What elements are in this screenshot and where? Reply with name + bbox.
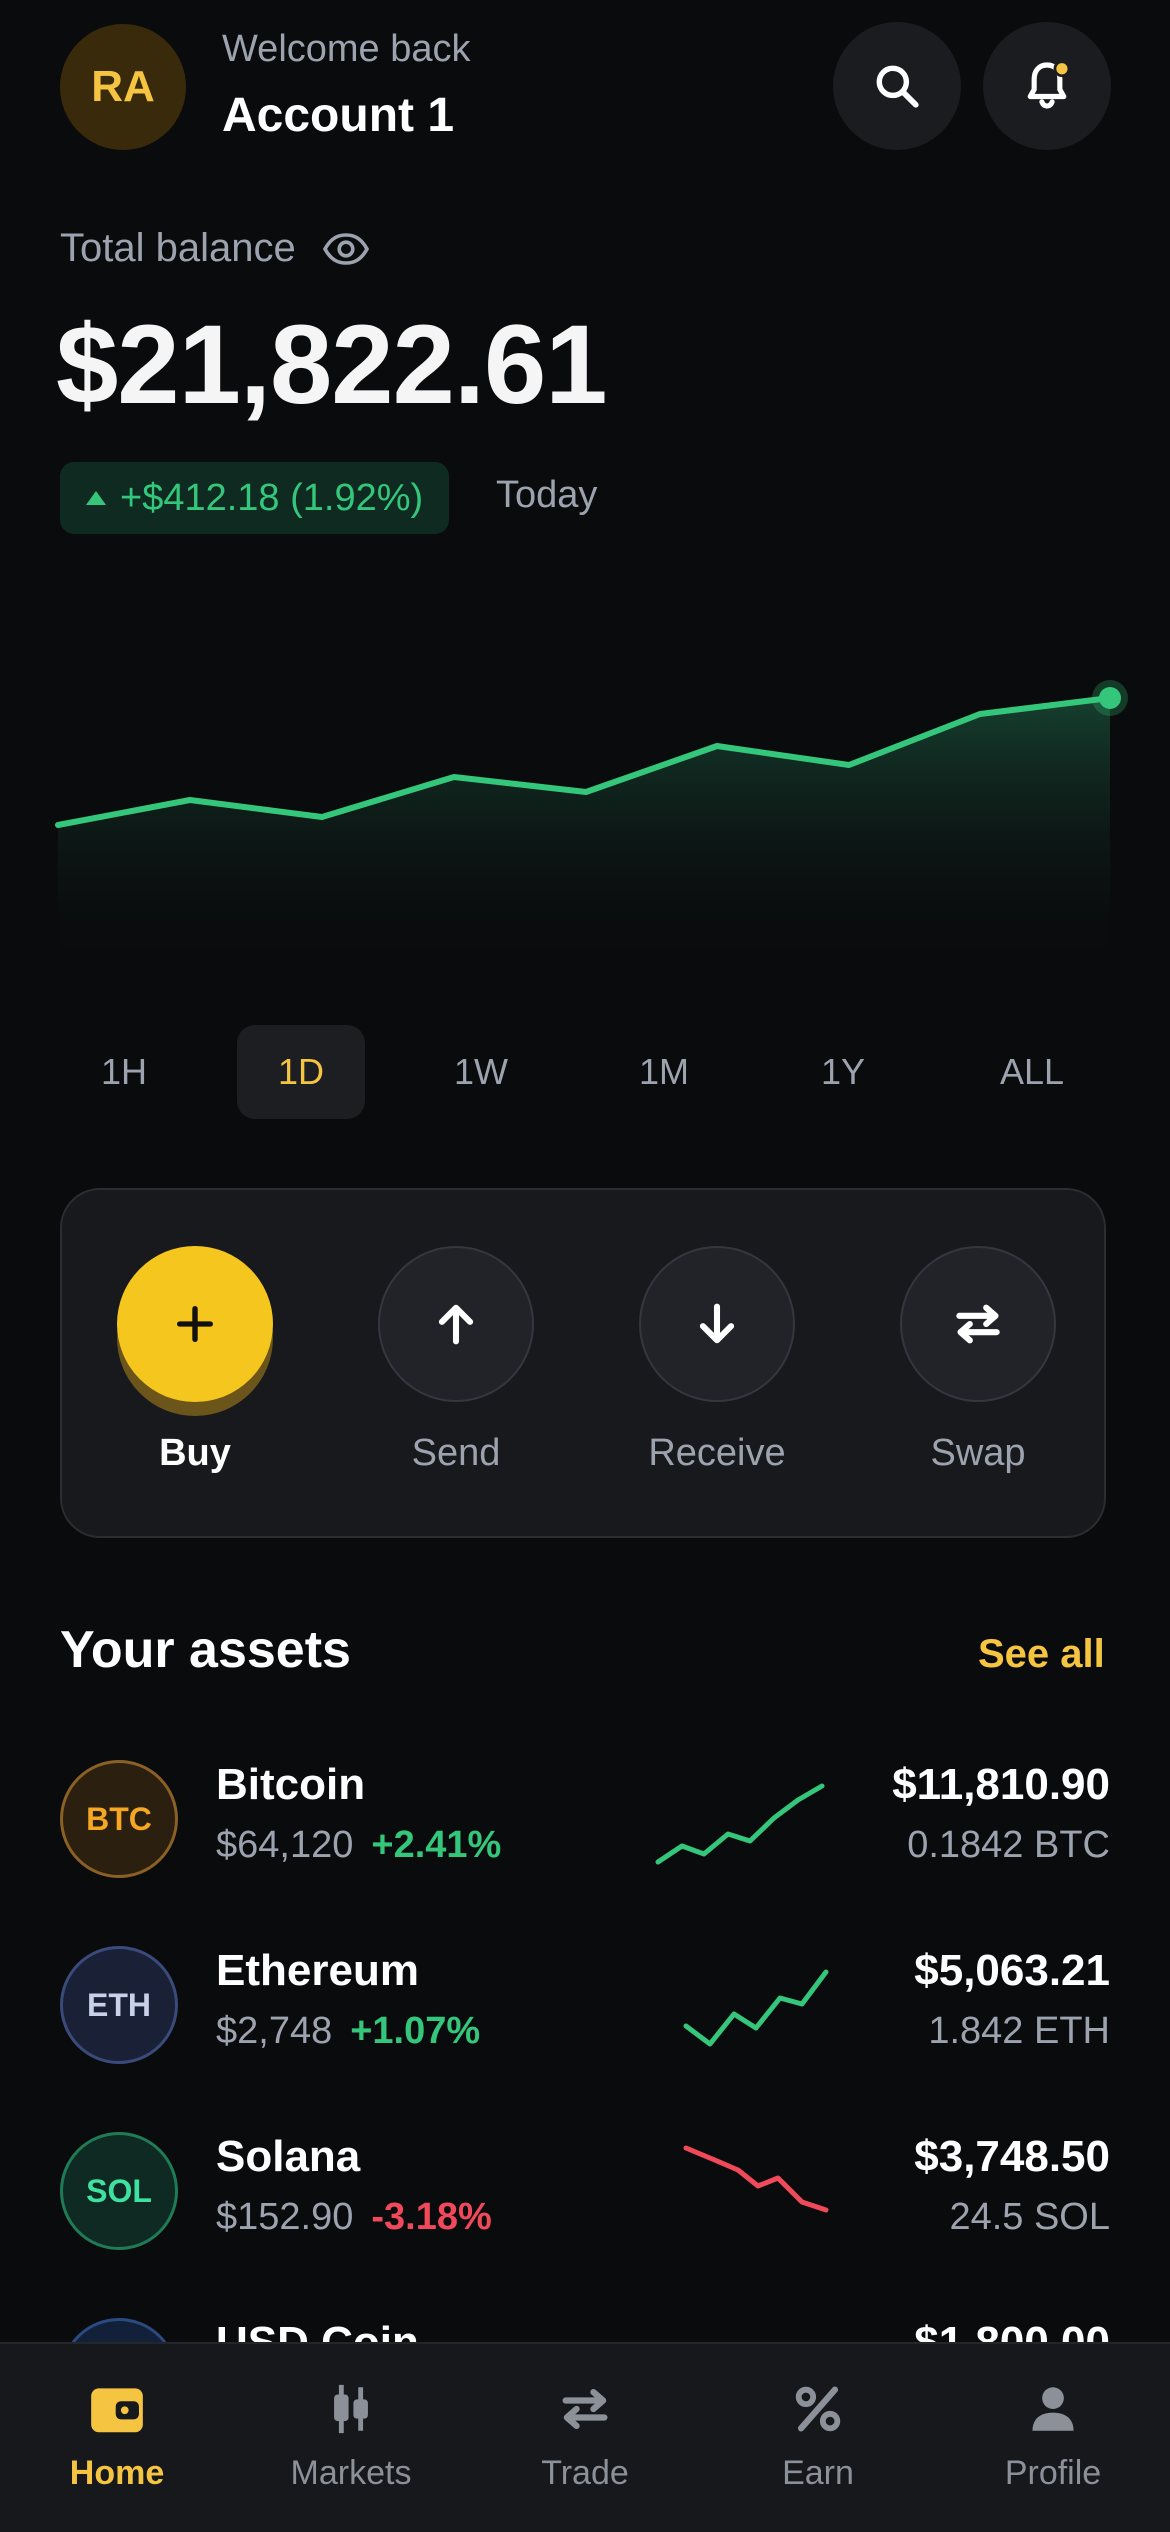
swap-label: Swap xyxy=(930,1432,1026,1474)
asset-value: $5,063.21 xyxy=(914,1946,1110,1995)
chart-area xyxy=(58,698,1110,970)
receive-button[interactable]: Receive xyxy=(637,1246,797,1475)
triangle-up-icon xyxy=(86,491,106,505)
asset-name: Solana xyxy=(216,2132,361,2181)
nav-home-label: Home xyxy=(69,2454,165,2492)
notifications-button[interactable] xyxy=(983,22,1111,150)
notification-dot xyxy=(1053,60,1071,78)
sol-sparkline xyxy=(683,2145,829,2213)
total-balance-label: Total balance xyxy=(60,226,370,271)
nav-home[interactable]: Home xyxy=(27,2380,207,2493)
swap-circle[interactable] xyxy=(900,1246,1056,1402)
asset-row-solana[interactable]: SOL Solana $152.90 -3.18% $3,748.50 24.5 … xyxy=(60,2132,1110,2262)
asset-price-line: $2,748 +1.07% xyxy=(216,2010,480,2053)
asset-row-ethereum[interactable]: ETH Ethereum $2,748 +1.07% $5,063.21 1.84… xyxy=(60,1946,1110,2076)
nav-profile-label: Profile xyxy=(1004,2454,1102,2492)
asset-price-line: $152.90 -3.18% xyxy=(216,2196,492,2239)
asset-price: $152.90 xyxy=(216,2196,354,2238)
buy-label: Buy xyxy=(159,1432,231,1474)
asset-name: Ethereum xyxy=(216,1946,419,1995)
btc-sparkline xyxy=(655,1783,825,1865)
nav-earn[interactable]: Earn xyxy=(728,2380,908,2493)
asset-price: $64,120 xyxy=(216,1824,354,1866)
avatar[interactable]: RA xyxy=(60,24,186,150)
chart-endpoint xyxy=(1099,687,1121,709)
balance-change-period: Today xyxy=(496,474,598,516)
balance-change-text: +$412.18 (1.92%) xyxy=(120,476,424,519)
swap-icon xyxy=(562,2388,608,2430)
asset-change: +1.07% xyxy=(350,2010,481,2052)
asset-name: Bitcoin xyxy=(216,1760,366,1809)
receive-label: Receive xyxy=(648,1432,786,1474)
search-icon xyxy=(876,65,919,108)
range-1y[interactable]: 1Y xyxy=(779,1025,907,1119)
nav-markets[interactable]: Markets xyxy=(261,2380,441,2493)
nav-trade[interactable]: Trade xyxy=(495,2380,675,2493)
eth-sparkline xyxy=(683,1969,829,2047)
asset-change: +2.41% xyxy=(371,1824,502,1866)
send-label: Send xyxy=(411,1432,501,1474)
asset-value: $3,748.50 xyxy=(914,2132,1110,2181)
account-name[interactable]: Account 1 xyxy=(222,88,454,143)
asset-value: $11,810.90 xyxy=(892,1760,1110,1809)
asset-change: -3.18% xyxy=(371,2196,492,2238)
buy-circle[interactable] xyxy=(117,1246,273,1402)
candlestick-icon xyxy=(334,2384,368,2434)
nav-trade-label: Trade xyxy=(541,2454,629,2492)
asset-quantity: 24.5 SOL xyxy=(949,2196,1110,2238)
welcome-text: Welcome back xyxy=(222,28,471,70)
see-all-link[interactable]: See all xyxy=(978,1632,1105,1677)
sol-coin-icon: SOL xyxy=(60,2132,178,2250)
range-all[interactable]: ALL xyxy=(968,1025,1096,1119)
asset-price: $2,748 xyxy=(216,2010,333,2052)
range-1w[interactable]: 1W xyxy=(417,1025,545,1119)
arrow-up-icon xyxy=(438,1304,474,1345)
nav-markets-label: Markets xyxy=(290,2454,412,2492)
buy-button[interactable]: Buy xyxy=(115,1246,275,1475)
arrow-down-icon xyxy=(699,1303,735,1344)
asset-price-line: $64,120 +2.41% xyxy=(216,1824,501,1867)
bell-icon xyxy=(1027,60,1071,109)
plus-icon xyxy=(176,1305,214,1343)
range-1d[interactable]: 1D xyxy=(237,1025,365,1119)
eth-coin-icon: ETH xyxy=(60,1946,178,2064)
percent-icon xyxy=(795,2386,841,2432)
user-icon xyxy=(1032,2387,1074,2431)
search-button[interactable] xyxy=(833,22,961,150)
nav-profile[interactable]: Profile xyxy=(963,2380,1143,2493)
balance-chart xyxy=(55,680,1128,970)
range-1m[interactable]: 1M xyxy=(600,1025,728,1119)
send-button[interactable]: Send xyxy=(376,1246,536,1475)
btc-coin-icon: BTC xyxy=(60,1760,178,1878)
time-range-selector: 1H 1D 1W 1M 1Y ALL xyxy=(60,1025,1110,1119)
send-circle[interactable] xyxy=(378,1246,534,1402)
bottom-navigation: Home Markets Trade Earn Profile xyxy=(0,2342,1170,2532)
asset-row-bitcoin[interactable]: BTC Bitcoin $64,120 +2.41% $11,810.90 0.1… xyxy=(60,1760,1110,1890)
eye-icon[interactable] xyxy=(322,232,370,266)
swap-icon xyxy=(956,1304,1000,1344)
wallet-icon xyxy=(91,2388,143,2433)
total-balance-text: Total balance xyxy=(60,226,296,270)
swap-button[interactable]: Swap xyxy=(898,1246,1058,1475)
receive-circle[interactable] xyxy=(639,1246,795,1402)
asset-quantity: 1.842 ETH xyxy=(928,2010,1110,2052)
asset-quantity: 0.1842 BTC xyxy=(907,1824,1110,1866)
assets-title: Your assets xyxy=(60,1621,351,1679)
range-1h[interactable]: 1H xyxy=(60,1025,188,1119)
total-balance-amount: $21,822.61 xyxy=(56,302,608,427)
nav-earn-label: Earn xyxy=(782,2454,854,2492)
quick-actions-card: Buy Send Receive Swap xyxy=(60,1188,1106,1538)
balance-change-badge: +$412.18 (1.92%) xyxy=(60,462,450,534)
